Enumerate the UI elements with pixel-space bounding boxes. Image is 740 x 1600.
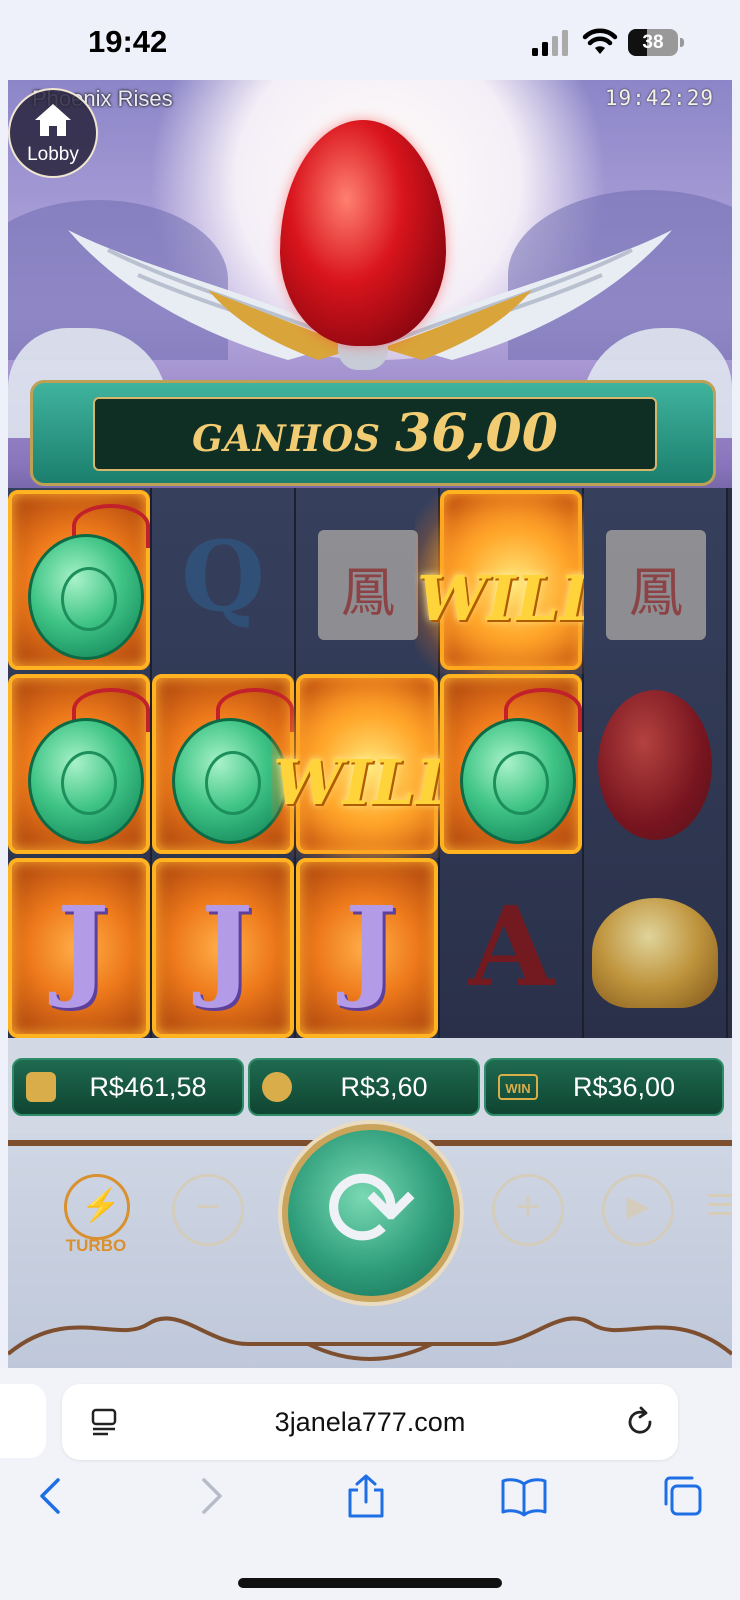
previous-tab-preview[interactable] bbox=[0, 1384, 46, 1458]
game-canvas[interactable]: Phoenix Rises 19:42:29 Lobby GANHOS 36,00… bbox=[8, 80, 732, 1368]
reel-column: J bbox=[8, 488, 152, 1040]
symbol-j: J bbox=[56, 882, 110, 1011]
decrease-bet-button[interactable]: − bbox=[172, 1174, 244, 1246]
bet-display[interactable]: R$3,60 bbox=[248, 1058, 480, 1116]
control-panel: ⚡ TURBO − ⟳ + ▶ bbox=[8, 1124, 732, 1368]
jade-pendant-icon bbox=[460, 718, 576, 844]
wallet-icon bbox=[26, 1072, 56, 1102]
game-clock: 19:42:29 bbox=[604, 86, 714, 110]
turbo-label: TURBO bbox=[65, 1236, 127, 1255]
bet-value: R$3,60 bbox=[340, 1072, 428, 1102]
win-value: R$36,00 bbox=[572, 1072, 676, 1102]
symbol-q: Q bbox=[181, 520, 265, 633]
win-banner-value: 36,00 bbox=[395, 403, 558, 464]
browser-nav-row bbox=[0, 1474, 740, 1524]
menu-icon[interactable] bbox=[708, 1194, 732, 1218]
battery-icon: 38 bbox=[628, 29, 686, 56]
reel-cell bbox=[584, 858, 726, 1038]
balance-bar: R$461,58 R$3,60 WIN R$36,00 bbox=[8, 1038, 732, 1134]
tabs-icon[interactable] bbox=[660, 1474, 704, 1518]
spin-button[interactable]: ⟳ bbox=[282, 1124, 460, 1302]
reel-cell bbox=[8, 674, 150, 854]
home-icon bbox=[35, 104, 71, 136]
status-time: 19:42 bbox=[88, 24, 168, 59]
win-icon: WIN bbox=[498, 1074, 538, 1100]
win-display[interactable]: WIN R$36,00 bbox=[484, 1058, 724, 1116]
reel-column: WILD A bbox=[415, 488, 615, 1040]
reel-cell: J bbox=[8, 858, 150, 1038]
symbol-j: J bbox=[200, 882, 254, 1011]
balance-value: R$461,58 bbox=[89, 1072, 207, 1102]
cloud-scroll-ornament bbox=[8, 1316, 732, 1361]
lobby-label: Lobby bbox=[27, 144, 79, 165]
reel-cell bbox=[8, 490, 150, 670]
symbol-a: A bbox=[468, 882, 554, 1011]
address-bar[interactable]: 3janela777.com bbox=[62, 1384, 678, 1460]
scroll-character: 鳳 bbox=[629, 563, 683, 623]
home-indicator bbox=[238, 1578, 502, 1588]
autoplay-button[interactable]: ▶ bbox=[602, 1174, 674, 1246]
lightning-icon: ⚡ bbox=[81, 1187, 121, 1223]
lobby-button[interactable]: Lobby bbox=[8, 88, 98, 178]
reload-icon[interactable] bbox=[624, 1406, 656, 1438]
cellular-signal-icon bbox=[532, 30, 568, 56]
turbo-button[interactable]: ⚡ bbox=[64, 1174, 130, 1240]
back-icon[interactable] bbox=[30, 1474, 74, 1518]
jade-pendant-icon bbox=[28, 534, 144, 660]
reel-grid[interactable]: J Q J 鳳 WILD J WILD A 鳳 bbox=[8, 488, 732, 1040]
jade-pendant-icon bbox=[28, 718, 144, 844]
share-icon[interactable] bbox=[344, 1474, 388, 1518]
status-bar: 19:42 38 bbox=[0, 0, 740, 80]
reel-cell: J bbox=[296, 858, 438, 1038]
reel-cell: Q bbox=[152, 490, 294, 670]
forward-icon[interactable] bbox=[188, 1474, 232, 1518]
increase-bet-button[interactable]: + bbox=[492, 1174, 564, 1246]
red-egg-icon bbox=[598, 690, 712, 840]
balance-display[interactable]: R$461,58 bbox=[12, 1058, 244, 1116]
bookmarks-icon[interactable] bbox=[500, 1474, 548, 1518]
reel-column: 鳳 bbox=[584, 488, 728, 1040]
url-text: 3janela777.com bbox=[274, 1407, 466, 1437]
reel-cell: A bbox=[440, 858, 582, 1038]
wifi-icon bbox=[582, 28, 618, 54]
reel-cell: WILD bbox=[271, 674, 471, 858]
win-banner-label: GANHOS bbox=[192, 418, 382, 460]
symbol-j: J bbox=[344, 882, 398, 1011]
gold-ingot-icon bbox=[592, 898, 718, 1008]
scroll-character: 鳳 bbox=[341, 563, 395, 623]
reel-cell: 鳳 bbox=[584, 490, 726, 670]
reel-cell: J bbox=[152, 858, 294, 1038]
battery-percent: 38 bbox=[642, 32, 664, 53]
browser-toolbar: 3janela777.com bbox=[0, 1368, 740, 1600]
refresh-arrows-icon: ⟳ bbox=[324, 1148, 418, 1271]
win-banner: GANHOS 36,00 bbox=[30, 380, 716, 486]
reel-cell: WILD bbox=[415, 490, 615, 674]
reel-cell bbox=[584, 674, 726, 854]
reel-cell bbox=[440, 674, 582, 854]
coins-icon bbox=[262, 1072, 292, 1102]
